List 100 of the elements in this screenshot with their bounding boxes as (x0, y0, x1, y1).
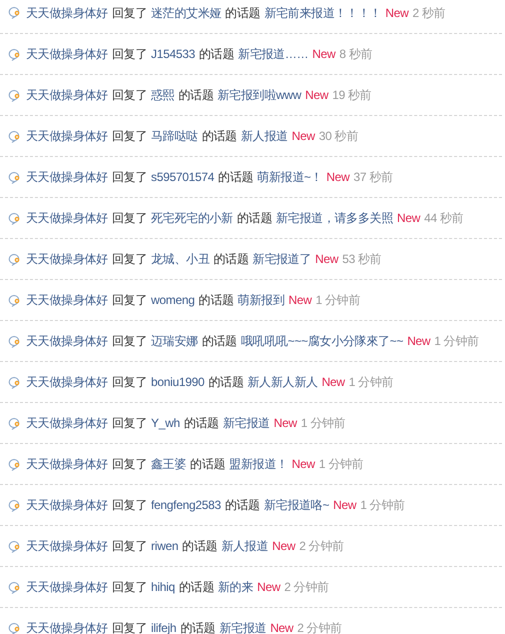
new-label: New (292, 128, 315, 145)
author-link[interactable]: 迷茫的艾米娅 (151, 4, 222, 22)
new-label: New (272, 538, 296, 555)
object-text: 的话题 (236, 210, 272, 227)
new-label: New (322, 374, 345, 391)
time-text: 37 秒前 (354, 169, 393, 186)
action-text: 回复了 (112, 333, 148, 350)
new-label: New (385, 4, 408, 22)
time-text: 1 分钟前 (348, 374, 394, 391)
new-label: New (326, 169, 350, 186)
speech-bubble-icon (8, 130, 22, 142)
author-link[interactable]: Y_wh (151, 414, 180, 432)
author-link[interactable]: 鑫王婆 (151, 455, 186, 473)
speech-bubble-icon (8, 622, 22, 634)
time-text: 44 秒前 (424, 210, 464, 227)
action-text: 回复了 (112, 128, 148, 145)
author-link[interactable]: 惑熙 (151, 86, 174, 104)
author-link[interactable]: 迈瑞安娜 (151, 332, 198, 350)
user-link[interactable]: 天天做操身体好 (26, 86, 108, 104)
topic-link[interactable]: 萌新报到 (238, 291, 284, 309)
topic-link[interactable]: 新宅报道，请多多关照 (276, 209, 394, 227)
user-link[interactable]: 天天做操身体好 (26, 496, 108, 514)
topic-link[interactable]: 新宅报道…… (238, 45, 308, 63)
new-label: New (333, 497, 356, 514)
topic-link[interactable]: 新人报道 (221, 537, 268, 555)
user-link[interactable]: 天天做操身体好 (26, 127, 108, 145)
new-label: New (397, 210, 420, 227)
object-text: 的话题 (202, 333, 237, 350)
speech-bubble-icon (8, 376, 22, 388)
user-link[interactable]: 天天做操身体好 (26, 332, 108, 350)
user-link[interactable]: 天天做操身体好 (26, 45, 108, 63)
speech-bubble-icon (8, 294, 22, 306)
time-text: 1 分钟前 (316, 292, 360, 309)
topic-link[interactable]: 新人报道 (240, 127, 288, 145)
topic-link[interactable]: 新人新人新人 (247, 373, 318, 391)
time-text: 1 分钟前 (318, 456, 364, 473)
speech-bubble-icon (8, 580, 22, 594)
topic-link[interactable]: 新宅报道 (219, 619, 266, 634)
author-link[interactable]: hihiq (151, 578, 175, 596)
time-text: 2 分钟前 (297, 620, 342, 634)
new-label: New (315, 251, 338, 268)
action-text: 回复了 (112, 415, 148, 432)
time-text: 1 分钟前 (360, 497, 405, 514)
time-text: 2 分钟前 (284, 579, 329, 596)
new-label: New (312, 46, 336, 63)
author-link[interactable]: boniu1990 (151, 373, 204, 391)
time-text: 53 秒前 (342, 251, 382, 268)
time-text: 30 秒前 (318, 128, 358, 145)
speech-bubble-icon (8, 212, 22, 224)
user-link[interactable]: 天天做操身体好 (26, 291, 108, 309)
topic-link[interactable]: 萌新报道~！ (257, 168, 322, 186)
author-link[interactable]: 龙城、小丑 (151, 250, 210, 268)
author-link[interactable]: J154533 (151, 45, 195, 63)
user-link[interactable]: 天天做操身体好 (26, 209, 108, 227)
user-link[interactable]: 天天做操身体好 (26, 168, 108, 186)
speech-bubble-icon (8, 88, 22, 102)
author-link[interactable]: womeng (151, 291, 195, 309)
action-text: 回复了 (112, 4, 148, 22)
topic-link[interactable]: 新宅报道咯~ (264, 496, 330, 514)
action-text: 回复了 (112, 579, 148, 596)
user-link[interactable]: 天天做操身体好 (26, 373, 108, 391)
user-link[interactable]: 天天做操身体好 (26, 537, 108, 555)
object-text: 的话题 (224, 497, 260, 514)
speech-bubble-icon (8, 458, 22, 470)
user-link[interactable]: 天天做操身体好 (26, 250, 108, 268)
new-label: New (270, 620, 294, 634)
topic-link[interactable]: 新宅报到啦www (218, 86, 302, 104)
topic-link[interactable]: 新的来 (218, 578, 254, 596)
speech-bubble-icon (8, 48, 22, 60)
author-link[interactable]: fengfeng2583 (151, 496, 221, 514)
topic-link[interactable]: 新宅前来报道！！！！ (264, 4, 382, 22)
new-label: New (288, 292, 312, 309)
time-text: 1 分钟前 (300, 415, 346, 432)
time-text: 2 分钟前 (299, 538, 344, 555)
author-link[interactable]: s595701574 (151, 168, 214, 186)
object-text: 的话题 (208, 374, 244, 391)
time-text: 8 秒前 (339, 46, 372, 63)
topic-link[interactable]: 新宅报道了 (252, 250, 312, 268)
user-link[interactable]: 天天做操身体好 (26, 578, 108, 596)
action-text: 回复了 (112, 374, 148, 391)
topic-link[interactable]: 新宅报道 (222, 414, 270, 432)
user-link[interactable]: 天天做操身体好 (26, 414, 108, 432)
object-text: 的话题 (198, 292, 234, 309)
topic-link[interactable]: 哦吼吼吼~~~腐女小分隊來了~~ (240, 332, 404, 350)
topic-link[interactable]: 盟新报道！ (229, 455, 288, 473)
author-link[interactable]: 死宅死宅的小新 (151, 209, 233, 227)
speech-bubble-icon (8, 170, 22, 184)
action-text: 回复了 (112, 538, 148, 555)
user-link[interactable]: 天天做操身体好 (26, 455, 108, 473)
user-link[interactable]: 天天做操身体好 (26, 619, 108, 634)
action-text: 回复了 (112, 251, 148, 268)
user-link[interactable]: 天天做操身体好 (26, 4, 108, 22)
author-link[interactable]: 马蹄哒哒 (151, 127, 198, 145)
author-link[interactable]: riwen (151, 537, 178, 555)
object-text: 的话题 (225, 4, 260, 22)
new-label: New (257, 579, 280, 596)
new-label: New (305, 87, 328, 104)
object-text: 的话题 (182, 538, 218, 555)
time-text: 19 秒前 (332, 87, 372, 104)
object-text: 的话题 (178, 579, 214, 596)
